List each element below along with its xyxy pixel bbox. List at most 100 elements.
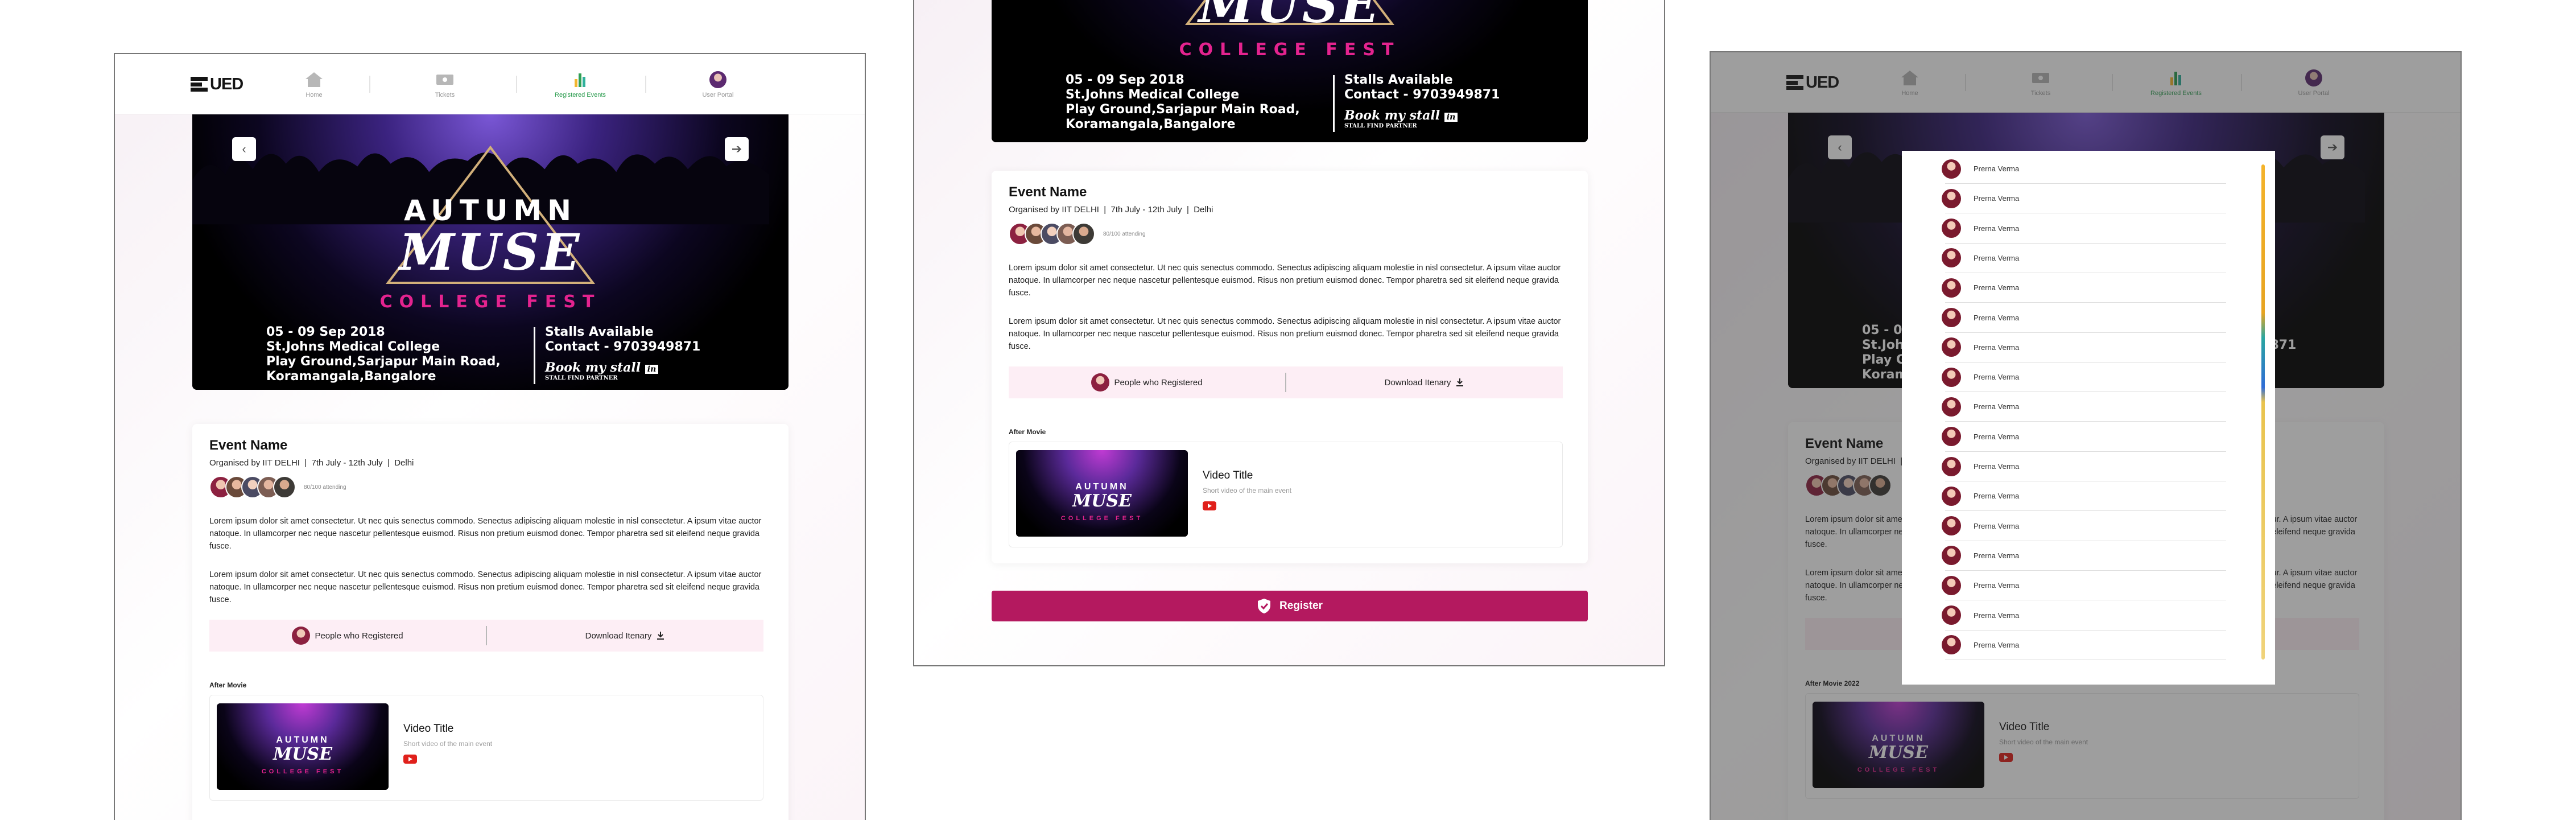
avatar	[1942, 456, 1961, 476]
nav-tickets-label: Tickets	[435, 92, 455, 98]
book-my-stall-logo: Book my stall in STALL FIND PARTNER	[1344, 108, 1458, 129]
people-registered-button[interactable]: People who Registered	[1009, 373, 1285, 392]
bar-chart-icon	[575, 73, 585, 87]
nav-divider	[369, 76, 370, 93]
list-item[interactable]: Prerna Verma	[1942, 631, 2226, 660]
list-item[interactable]: Prerna Verma	[1942, 273, 2226, 303]
attendee-avatars[interactable]: 80/100 attending	[1009, 222, 1146, 246]
event-meta: Organised by IIT DELHI | 7th July - 12th…	[1009, 205, 1213, 215]
youtube-icon[interactable]	[1203, 501, 1216, 510]
person-name: Prerna Verma	[1974, 432, 2020, 441]
avatar	[1942, 188, 1961, 208]
home-icon	[306, 72, 323, 87]
attendee-avatars[interactable]: 80/100 attending	[209, 475, 346, 499]
people-registered-button[interactable]: People who Registered	[209, 627, 486, 645]
nav-registered-events[interactable]: Registered Events	[523, 71, 637, 98]
person-name: Prerna Verma	[1974, 462, 2020, 471]
poster-title-muse: MUSE	[1198, 0, 1381, 34]
nav-divider	[516, 76, 517, 93]
poster-title-muse: MUSE	[399, 222, 582, 282]
download-icon	[1456, 378, 1464, 386]
registered-people-modal-screen: UED Home Tickets Registered Events User …	[1710, 51, 2462, 820]
logo-mark-icon	[191, 77, 208, 92]
event-meta: Organised by IIT DELHI | 7th July - 12th…	[209, 458, 414, 468]
list-item[interactable]: Prerna Verma	[1942, 601, 2226, 631]
list-item[interactable]: Prerna Verma	[1942, 184, 2226, 214]
ued-logo[interactable]: UED	[191, 75, 243, 94]
nav-registered-events-label: Registered Events	[555, 92, 606, 98]
download-itinerary-button[interactable]: Download Itenary	[1286, 378, 1563, 388]
poster-divider	[534, 327, 535, 384]
list-item[interactable]: Prerna Verma	[1942, 392, 2226, 422]
after-movie-heading: After Movie	[1009, 428, 1046, 436]
avatar	[292, 627, 311, 645]
list-item[interactable]: Prerna Verma	[1942, 481, 2226, 512]
avatar	[1942, 278, 1961, 298]
download-itinerary-button[interactable]: Download Itenary	[487, 631, 763, 641]
video-title: Video Title	[1203, 469, 1253, 481]
event-action-bar: People who Registered Download Itenary	[1009, 366, 1563, 398]
list-item[interactable]: Prerna Verma	[1942, 452, 2226, 481]
event-info-card: Event Name Organised by IIT DELHI | 7th …	[992, 171, 1588, 563]
person-name: Prerna Verma	[1974, 402, 2020, 411]
avatar	[1942, 397, 1961, 417]
register-button[interactable]: Register	[992, 591, 1588, 621]
event-title: Event Name	[1009, 184, 1087, 200]
list-item[interactable]: Prerna Verma	[1942, 571, 2226, 601]
download-itinerary-label: Download Itenary	[585, 631, 652, 641]
list-item[interactable]: Prerna Verma	[1942, 422, 2226, 452]
avatar	[1942, 337, 1961, 357]
avatar	[1942, 159, 1961, 179]
video-thumbnail[interactable]: AUTUMN MUSE COLLEGE FEST	[217, 703, 389, 790]
video-thumbnail[interactable]: AUTUMN MUSE COLLEGE FEST	[1016, 450, 1188, 537]
register-label: Register	[1279, 600, 1323, 612]
modal-scrollbar[interactable]	[2261, 164, 2265, 660]
top-navbar: UED Home Tickets Registered Events User …	[115, 54, 865, 114]
list-item[interactable]: Prerna Verma	[1942, 362, 2226, 393]
carousel-next-button[interactable]: ➔	[725, 137, 749, 161]
carousel-prev-button[interactable]: ‹	[232, 137, 256, 161]
list-item[interactable]: Prerna Verma	[1942, 303, 2226, 333]
logo-text: UED	[210, 75, 243, 93]
list-item[interactable]: Prerna Verma	[1942, 244, 2226, 273]
video-card[interactable]: AUTUMN MUSE COLLEGE FEST Video Title Sho…	[1009, 442, 1563, 547]
video-card[interactable]: AUTUMN MUSE COLLEGE FEST Video Title Sho…	[209, 695, 763, 801]
avatar-icon	[709, 71, 726, 88]
person-name: Prerna Verma	[1974, 253, 2020, 262]
poster-title-college-fest: COLLEGE FEST	[379, 292, 601, 312]
avatar	[1942, 546, 1961, 566]
person-name: Prerna Verma	[1974, 611, 2020, 620]
event-detail-scrolled-screen: MUSE COLLEGE FEST 05 - 09 Sep 2018 St.Joh…	[913, 0, 1665, 666]
nav-home[interactable]: Home	[257, 71, 371, 98]
list-item[interactable]: Prerna Verma	[1942, 541, 2226, 571]
event-info-card: Event Name Organised by IIT DELHI | 7th …	[192, 424, 789, 820]
after-movie-heading: After Movie	[209, 681, 247, 689]
avatar	[1942, 308, 1961, 327]
avatar	[1942, 427, 1961, 447]
event-title: Event Name	[209, 438, 288, 453]
video-subtitle: Short video of the main event	[1203, 487, 1292, 495]
avatar	[273, 476, 296, 498]
avatar	[1942, 635, 1961, 655]
person-name: Prerna Verma	[1974, 164, 2020, 173]
poster-info-left: 05 - 09 Sep 2018St.Johns Medical College…	[266, 325, 501, 384]
person-name: Prerna Verma	[1974, 492, 2020, 501]
nav-user-portal[interactable]: User Portal	[661, 71, 775, 98]
poster-info-right: Stalls AvailableContact - 9703949871	[1344, 73, 1500, 102]
list-item[interactable]: Prerna Verma	[1942, 512, 2226, 541]
event-description: Lorem ipsum dolor sit amet consectetur. …	[1009, 263, 1561, 298]
download-itinerary-label: Download Itenary	[1384, 377, 1451, 388]
person-name: Prerna Verma	[1974, 224, 2020, 233]
person-name: Prerna Verma	[1974, 313, 2020, 322]
download-icon	[657, 632, 664, 640]
ticket-icon	[436, 75, 453, 85]
avatar	[1942, 367, 1961, 387]
poster-divider	[1333, 75, 1335, 132]
list-item[interactable]: Prerna Verma	[1942, 154, 2226, 184]
list-item[interactable]: Prerna Verma	[1942, 214, 2226, 244]
event-poster-banner: MUSE COLLEGE FEST 05 - 09 Sep 2018 St.Joh…	[992, 0, 1588, 142]
youtube-icon[interactable]	[403, 755, 417, 764]
nav-tickets[interactable]: Tickets	[388, 71, 502, 98]
chevron-left-icon: ‹	[242, 142, 246, 156]
list-item[interactable]: Prerna Verma	[1942, 333, 2226, 362]
